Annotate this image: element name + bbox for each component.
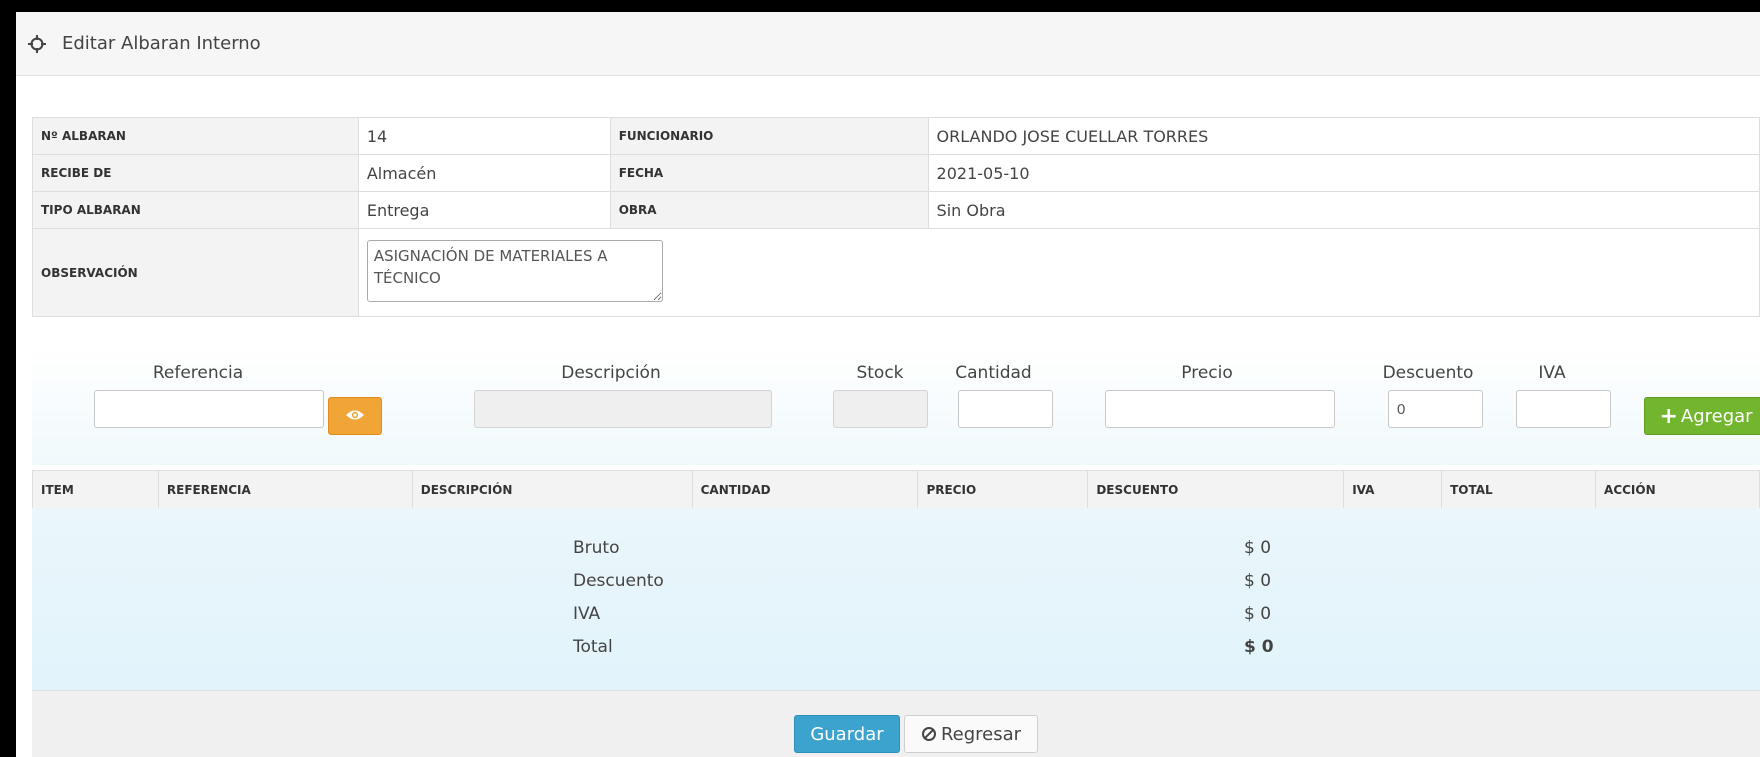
column-header[interactable]: TOTAL xyxy=(1441,470,1597,509)
cantidad-input[interactable] xyxy=(958,390,1053,428)
precio-label: Precio xyxy=(1181,363,1233,383)
tipo-albaran-value: Entrega xyxy=(357,191,611,229)
observacion-label: OBSERVACIÓN xyxy=(32,228,359,317)
totals-label: IVA xyxy=(573,604,601,624)
info-row: TIPO ALBARAN Entrega OBRA Sin Obra xyxy=(32,191,1760,229)
totals-row: Descuento $ 0 xyxy=(32,567,1760,599)
descuento-input[interactable] xyxy=(1388,390,1483,428)
page-title: Editar Albaran Interno xyxy=(62,33,261,54)
table-header-row: ITEM REFERENCIA DESCRIPCIÓN CANTIDAD PRE… xyxy=(32,470,1760,509)
tipo-albaran-label: TIPO ALBARAN xyxy=(32,191,359,229)
obra-value: Sin Obra xyxy=(927,191,1760,229)
column-header[interactable]: CANTIDAD xyxy=(691,470,919,509)
add-item-button[interactable]: + Agregar xyxy=(1644,397,1760,435)
ban-icon xyxy=(921,726,937,742)
totals-row: Total $ 0 xyxy=(32,633,1760,665)
descripcion-input[interactable] xyxy=(474,390,772,428)
observacion-textarea[interactable]: ASIGNACIÓN DE MATERIALES A TÉCNICO xyxy=(366,239,663,302)
info-row: RECIBE DE Almacén FECHA 2021-05-10 xyxy=(32,154,1760,192)
crosshair-icon xyxy=(26,33,48,55)
albaran-number-value: 14 xyxy=(357,117,611,155)
precio-input[interactable] xyxy=(1105,390,1335,428)
panel-header: Editar Albaran Interno xyxy=(16,12,1760,76)
totals-label: Total xyxy=(573,637,613,657)
referencia-label: Referencia xyxy=(152,363,244,383)
recibe-de-value: Almacén xyxy=(357,154,611,192)
totals-label: Bruto xyxy=(573,538,620,558)
column-header[interactable]: IVA xyxy=(1343,470,1443,509)
column-header[interactable]: ACCIÓN xyxy=(1595,470,1760,509)
iva-label: IVA xyxy=(1538,363,1566,383)
totals-row: IVA $ 0 xyxy=(32,600,1760,632)
totals-section: Bruto $ 0 Descuento $ 0 IVA $ 0 Total $ … xyxy=(32,508,1760,690)
cantidad-label: Cantidad xyxy=(955,363,1032,383)
stock-label: Stock xyxy=(856,363,904,383)
recibe-de-label: RECIBE DE xyxy=(32,154,359,192)
back-label: Regresar xyxy=(940,723,1022,745)
column-header[interactable]: ITEM xyxy=(32,470,159,509)
column-header[interactable]: REFERENCIA xyxy=(157,470,413,509)
albaran-info-table: Nº ALBARAN 14 FUNCIONARIO ORLANDO JOSE C… xyxy=(32,117,1760,317)
column-header[interactable]: DESCRIPCIÓN xyxy=(411,470,693,509)
fecha-value: 2021-05-10 xyxy=(927,154,1760,192)
referencia-input[interactable] xyxy=(94,390,324,428)
totals-value: $ 0 xyxy=(1244,538,1272,558)
obra-label: OBRA xyxy=(609,191,929,229)
totals-value: $ 0 xyxy=(1244,604,1272,624)
fecha-label: FECHA xyxy=(609,154,929,192)
add-item-label: Agregar xyxy=(1680,405,1753,427)
funcionario-value: ORLANDO JOSE CUELLAR TORRES xyxy=(927,117,1760,155)
view-references-button[interactable] xyxy=(328,397,382,435)
app-window: Editar Albaran Interno Nº ALBARAN 14 FUN… xyxy=(16,12,1760,757)
iva-input[interactable] xyxy=(1516,390,1611,428)
column-header[interactable]: PRECIO xyxy=(917,470,1089,509)
items-table: ITEM REFERENCIA DESCRIPCIÓN CANTIDAD PRE… xyxy=(32,470,1760,509)
descuento-label: Descuento xyxy=(1382,363,1474,383)
plus-icon: + xyxy=(1659,403,1678,429)
column-header[interactable]: DESCUENTO xyxy=(1087,470,1345,509)
info-row: OBSERVACIÓN ASIGNACIÓN DE MATERIALES A T… xyxy=(32,228,1760,317)
add-item-form: Referencia Descripción Stock Cantidad Pr… xyxy=(32,345,1760,465)
funcionario-label: FUNCIONARIO xyxy=(609,117,929,155)
eye-icon xyxy=(345,407,365,426)
totals-value: $ 0 xyxy=(1244,637,1274,657)
observacion-cell: ASIGNACIÓN DE MATERIALES A TÉCNICO xyxy=(357,228,1760,317)
back-button[interactable]: Regresar xyxy=(904,715,1038,753)
totals-row: Bruto $ 0 xyxy=(32,534,1760,566)
form-actions: Guardar Regresar xyxy=(32,690,1760,757)
totals-value: $ 0 xyxy=(1244,571,1272,591)
totals-label: Descuento xyxy=(573,571,664,591)
save-button[interactable]: Guardar xyxy=(794,715,900,753)
albaran-number-label: Nº ALBARAN xyxy=(32,117,359,155)
stock-input[interactable] xyxy=(833,390,928,428)
info-row: Nº ALBARAN 14 FUNCIONARIO ORLANDO JOSE C… xyxy=(32,117,1760,155)
descripcion-label: Descripción xyxy=(561,363,661,383)
